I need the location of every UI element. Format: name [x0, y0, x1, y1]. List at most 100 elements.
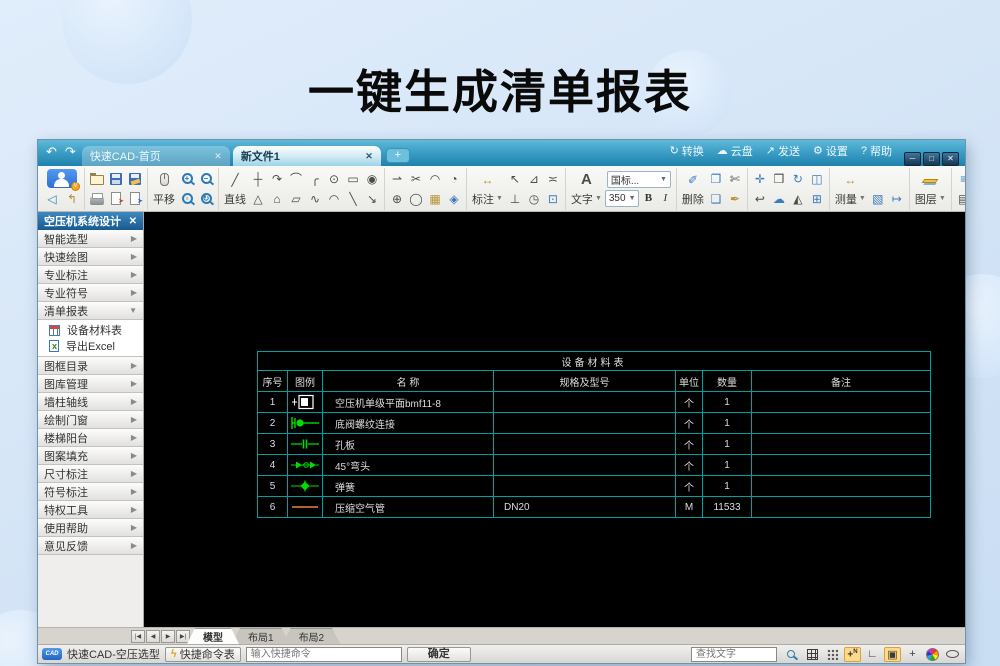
- zoom-in-icon[interactable]: +: [178, 170, 196, 188]
- chamfer-icon[interactable]: ◔: [445, 170, 463, 188]
- sidebar-item[interactable]: 尺寸标注▶: [38, 465, 143, 483]
- blank-icon[interactable]: [869, 170, 887, 188]
- convert-button[interactable]: ↻转换: [670, 143, 704, 159]
- crosshair-icon[interactable]: +: [904, 647, 921, 662]
- line-icon[interactable]: ╱: [226, 171, 244, 189]
- ok-button[interactable]: 确定: [407, 647, 471, 662]
- save-as-icon[interactable]: [126, 170, 144, 188]
- quick-command-button[interactable]: ϟ 快捷命令表: [165, 647, 241, 662]
- prev-tab-button[interactable]: ◀: [146, 630, 160, 643]
- layout-tab[interactable]: 模型: [187, 628, 239, 644]
- document-tab[interactable]: 快速CAD-首页✕: [82, 146, 230, 166]
- undo-icon[interactable]: ◁: [43, 190, 61, 208]
- triangle-icon[interactable]: △: [249, 190, 267, 208]
- next-tab-button[interactable]: ▶: [161, 630, 175, 643]
- sidebar-subitem[interactable]: 导出Excel: [38, 338, 143, 354]
- size-select[interactable]: 350▼: [605, 190, 639, 207]
- layout-tab[interactable]: 布局2: [283, 628, 341, 644]
- send-button[interactable]: ↗发送: [766, 143, 800, 159]
- sidebar-item[interactable]: 智能选型▶: [38, 230, 143, 248]
- last-tab-button[interactable]: ▶|: [176, 630, 190, 643]
- layer-label[interactable]: 图层▼: [913, 191, 948, 207]
- export-image-icon[interactable]: [126, 190, 144, 208]
- sidebar-item[interactable]: 意见反馈▶: [38, 537, 143, 555]
- polyline-icon[interactable]: ↷: [268, 170, 286, 188]
- sidebar-item[interactable]: 特权工具▶: [38, 501, 143, 519]
- settings-button[interactable]: ⚙设置: [813, 143, 848, 159]
- drawing-canvas[interactable]: 设备材料表序号图例名 称规格及型号单位数量备注1空压机单级平面bmf11-8个1…: [144, 212, 965, 627]
- snap-icon[interactable]: +N: [844, 647, 861, 662]
- document-tab[interactable]: 新文件1✕: [233, 146, 381, 166]
- fillet-icon[interactable]: ◠: [426, 170, 444, 188]
- open-icon[interactable]: [88, 170, 106, 188]
- dimension-icon[interactable]: ↔: [478, 171, 496, 189]
- lineweight-icon[interactable]: [944, 647, 961, 662]
- trim-icon[interactable]: ✂: [407, 170, 425, 188]
- circle-icon[interactable]: ⊙: [325, 170, 343, 188]
- linetype-icon[interactable]: ≡: [955, 170, 965, 188]
- grid-icon[interactable]: [804, 647, 821, 662]
- continue-dimension-icon[interactable]: ≍: [544, 170, 562, 188]
- zoom-out-icon[interactable]: −: [197, 170, 215, 188]
- erase-label[interactable]: 删除: [680, 191, 706, 207]
- sidebar-item[interactable]: 图库管理▶: [38, 375, 143, 393]
- polygon-icon[interactable]: ⌂: [268, 190, 286, 208]
- first-tab-button[interactable]: |◀: [131, 630, 145, 643]
- insert-measure-icon[interactable]: ↦: [888, 190, 906, 208]
- ortho-icon[interactable]: ∟: [864, 647, 881, 662]
- command-input[interactable]: [246, 647, 402, 662]
- sidebar-item[interactable]: 墙柱轴线▶: [38, 393, 143, 411]
- print-icon[interactable]: [88, 190, 106, 208]
- arc-icon[interactable]: ⌒: [287, 170, 305, 188]
- help-button[interactable]: ?帮助: [861, 143, 892, 159]
- scale-icon[interactable]: ❒: [770, 170, 788, 188]
- hatch-icon[interactable]: ▦: [426, 190, 444, 208]
- sidebar-item[interactable]: 清单报表▼: [38, 302, 143, 320]
- sidebar-item[interactable]: 快速绘图▶: [38, 248, 143, 266]
- export-pdf-icon[interactable]: [107, 190, 125, 208]
- quick-dimension-icon[interactable]: ⊡: [544, 190, 562, 208]
- leader-icon[interactable]: ↖: [506, 170, 524, 188]
- format-painter-icon[interactable]: ✒: [726, 190, 744, 208]
- sidebar-item[interactable]: 专业标注▶: [38, 266, 143, 284]
- color-wheel-icon[interactable]: [924, 647, 941, 662]
- mirror-icon[interactable]: ◭: [789, 190, 807, 208]
- point-icon[interactable]: ┼: [249, 170, 267, 188]
- ray-icon[interactable]: ╲: [344, 190, 362, 208]
- cloud-disk-button[interactable]: ☁云盘: [717, 143, 753, 159]
- gradient-fill-icon[interactable]: ◈: [445, 190, 463, 208]
- image-measure-icon[interactable]: ▧: [869, 190, 887, 208]
- angle-dimension-icon[interactable]: ⊿: [525, 170, 543, 188]
- sidebar-item[interactable]: 符号标注▶: [38, 483, 143, 501]
- measure-icon[interactable]: ↔: [841, 171, 859, 189]
- ring-icon[interactable]: ◯: [407, 190, 425, 208]
- close-button[interactable]: ✕: [942, 152, 959, 166]
- text-label[interactable]: 文字▼: [569, 191, 604, 207]
- tab-close-icon[interactable]: ✕: [204, 151, 222, 162]
- datum-icon[interactable]: ⊥: [506, 190, 524, 208]
- bold-button[interactable]: B: [641, 190, 656, 207]
- trapezoid-icon[interactable]: ◠: [325, 190, 343, 208]
- minimize-button[interactable]: ─: [904, 152, 921, 166]
- zoom-window-icon[interactable]: ▫: [178, 190, 196, 208]
- erase-icon[interactable]: ✐: [684, 171, 702, 189]
- spline-icon[interactable]: ∿: [306, 190, 324, 208]
- layers-icon[interactable]: [921, 171, 939, 189]
- pan-label[interactable]: 平移: [151, 191, 177, 207]
- extend-icon[interactable]: ⇀: [388, 170, 406, 188]
- construction-line-icon[interactable]: ↘: [363, 190, 381, 208]
- zoom-extents-icon[interactable]: ↻: [197, 190, 215, 208]
- font-select[interactable]: 国标...▼: [607, 171, 671, 188]
- revision-cloud-icon[interactable]: ☁: [770, 190, 788, 208]
- dimension-label[interactable]: 标注▼: [470, 191, 505, 207]
- sidebar-item[interactable]: 绘制门窗▶: [38, 411, 143, 429]
- cut-icon[interactable]: ✄: [726, 170, 744, 188]
- curve-icon[interactable]: ╭: [306, 170, 324, 188]
- measure-label[interactable]: 测量▼: [833, 191, 868, 207]
- sidebar-item[interactable]: 图框目录▶: [38, 357, 143, 375]
- align-icon[interactable]: ⊞: [808, 190, 826, 208]
- sidebar-subitem[interactable]: 设备材料表: [38, 322, 143, 338]
- text-icon[interactable]: A: [577, 171, 595, 189]
- move-icon[interactable]: ✛: [751, 170, 769, 188]
- save-icon[interactable]: [107, 170, 125, 188]
